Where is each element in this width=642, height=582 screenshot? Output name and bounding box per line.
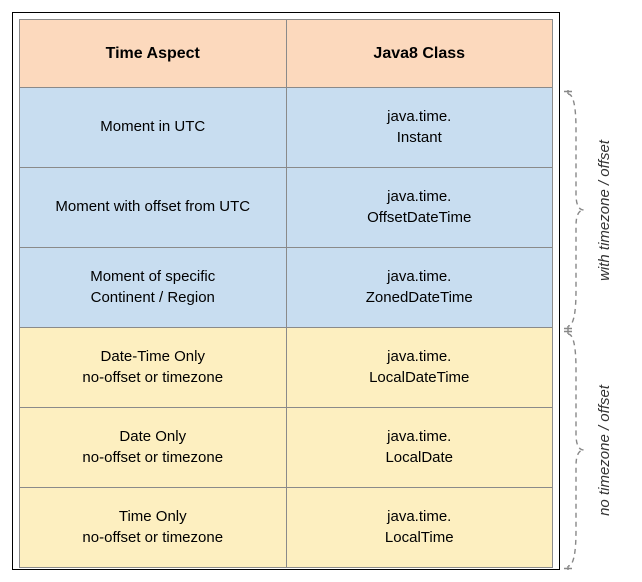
class-name: LocalDate — [295, 448, 545, 468]
class-cell: java.time. LocalDateTime — [286, 328, 553, 408]
bracket-column: with timezone / offset no timezone / off… — [560, 12, 642, 570]
class-cell: java.time. LocalTime — [286, 488, 553, 568]
aspect-line1: Moment with offset from UTC — [55, 198, 250, 215]
aspect-line2: Continent / Region — [28, 288, 278, 308]
class-package: java.time. — [295, 427, 545, 447]
aspect-line2: no-offset or timezone — [28, 368, 278, 388]
table-row: Moment with offset from UTC java.time. O… — [20, 168, 553, 248]
aspect-cell: Moment of specific Continent / Region — [20, 248, 287, 328]
bracket-label-with: with timezone / offset — [596, 140, 613, 281]
aspect-line1: Date Only — [28, 427, 278, 447]
aspect-cell: Date Only no-offset or timezone — [20, 408, 287, 488]
class-package: java.time. — [295, 507, 545, 527]
bracket-with-timezone: with timezone / offset — [564, 90, 642, 330]
aspect-line1: Moment in UTC — [100, 118, 205, 135]
table-header-row: Time Aspect Java8 Class — [20, 20, 553, 88]
brace-icon — [564, 90, 592, 330]
header-java-class: Java8 Class — [286, 20, 553, 88]
aspect-line1: Moment of specific — [28, 267, 278, 287]
aspect-line2: no-offset or timezone — [28, 448, 278, 468]
class-package: java.time. — [295, 187, 545, 207]
class-cell: java.time. Instant — [286, 88, 553, 168]
time-class-table: Time Aspect Java8 Class Moment in UTC ja… — [19, 19, 553, 568]
table-row: Moment of specific Continent / Region ja… — [20, 248, 553, 328]
aspect-line1: Time Only — [28, 507, 278, 527]
brace-icon — [564, 330, 592, 570]
aspect-cell: Time Only no-offset or timezone — [20, 488, 287, 568]
aspect-cell: Moment in UTC — [20, 88, 287, 168]
class-cell: java.time. ZonedDateTime — [286, 248, 553, 328]
aspect-line1: Date-Time Only — [28, 347, 278, 367]
table-row: Time Only no-offset or timezone java.tim… — [20, 488, 553, 568]
aspect-cell: Date-Time Only no-offset or timezone — [20, 328, 287, 408]
table-row: Moment in UTC java.time. Instant — [20, 88, 553, 168]
aspect-cell: Moment with offset from UTC — [20, 168, 287, 248]
table-container: Time Aspect Java8 Class Moment in UTC ja… — [12, 12, 560, 570]
bracket-label-no: no timezone / offset — [596, 385, 613, 516]
bracket-no-timezone: no timezone / offset — [564, 330, 642, 570]
class-name: ZonedDateTime — [295, 288, 545, 308]
class-name: Instant — [295, 128, 545, 148]
diagram-root: Time Aspect Java8 Class Moment in UTC ja… — [12, 12, 630, 570]
class-cell: java.time. OffsetDateTime — [286, 168, 553, 248]
class-package: java.time. — [295, 107, 545, 127]
class-name: LocalTime — [295, 528, 545, 548]
aspect-line2: no-offset or timezone — [28, 528, 278, 548]
class-package: java.time. — [295, 267, 545, 287]
class-name: OffsetDateTime — [295, 208, 545, 228]
class-cell: java.time. LocalDate — [286, 408, 553, 488]
table-row: Date Only no-offset or timezone java.tim… — [20, 408, 553, 488]
table-row: Date-Time Only no-offset or timezone jav… — [20, 328, 553, 408]
class-package: java.time. — [295, 347, 545, 367]
class-name: LocalDateTime — [295, 368, 545, 388]
header-time-aspect: Time Aspect — [20, 20, 287, 88]
